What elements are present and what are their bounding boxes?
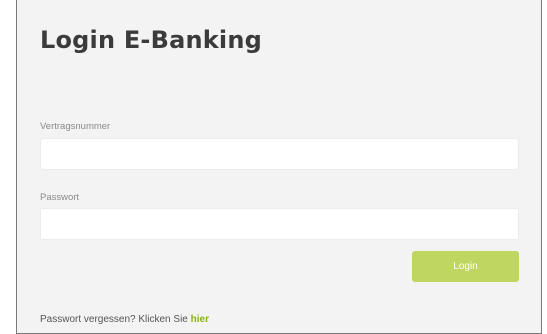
password-input[interactable] — [40, 208, 519, 240]
forgot-password-prompt: Passwort vergessen? Klicken Sie — [40, 314, 191, 325]
forgot-password-text: Passwort vergessen? Klicken Sie hier — [40, 314, 209, 325]
login-button[interactable]: Login — [412, 251, 519, 282]
forgot-password-link[interactable]: hier — [191, 314, 209, 325]
contract-number-label: Vertragsnummer — [40, 121, 111, 132]
contract-number-input[interactable] — [40, 138, 519, 170]
password-label: Passwort — [40, 192, 80, 203]
page-title: Login E-Banking — [40, 26, 263, 54]
login-panel: Login E-Banking Vertragsnummer Passwort … — [16, 0, 542, 334]
